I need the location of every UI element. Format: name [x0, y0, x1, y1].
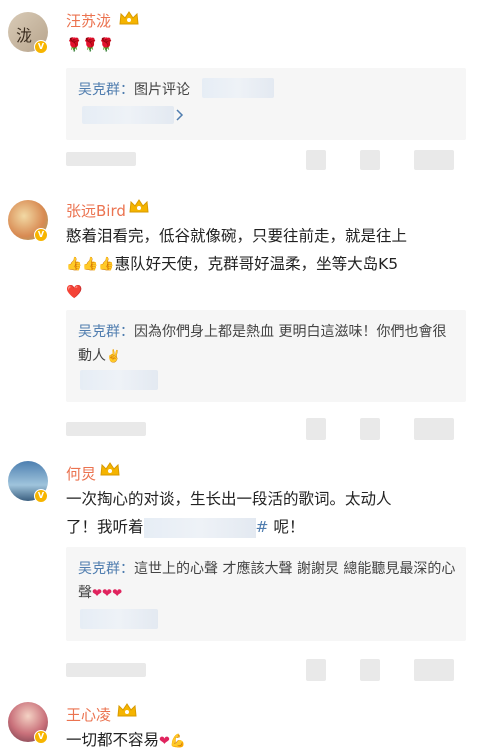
blurred-toolbar — [414, 659, 454, 681]
comment-line-1: 一次掏心的对谈，生长出一段活的歌词。太动人 — [66, 490, 392, 508]
comment-2: V 张远Bird 憨着泪看完，低谷就像碗，只要往前走，就是往上 👍👍👍惠队好天使… — [0, 190, 482, 450]
reply-author[interactable]: 吴克群： — [78, 82, 134, 98]
comment-line-1: 憨着泪看完，低谷就像碗，只要往前走，就是往上 — [66, 227, 408, 245]
comment-line-2: 了！我听着 # 呢！ — [66, 517, 305, 538]
avatar-text: 泷 — [16, 26, 33, 45]
reply-author[interactable]: 吴克群： — [78, 561, 134, 577]
comment-3: V 何炅 一次掏心的对谈，生长出一段活的歌词。太动人 了！我听着 # 呢！ 吴克群… — [0, 455, 482, 690]
heart-icon: ❤❤❤ — [92, 586, 123, 600]
heart-icon: ❤ — [159, 734, 170, 749]
username[interactable]: 王心凌 — [66, 704, 111, 725]
chevron-right-icon — [176, 109, 184, 121]
verified-badge-icon: V — [34, 40, 48, 54]
crown-icon — [129, 199, 149, 213]
username[interactable]: 汪苏泷 — [66, 10, 111, 31]
reply-content: 因為你們身上都是熱血 更明白這滋味！你們也會很動人 — [78, 324, 447, 364]
blurred-toolbar — [360, 150, 380, 170]
blurred-link — [80, 609, 158, 629]
verified-badge-icon: V — [34, 228, 48, 242]
username[interactable]: 何炅 — [66, 463, 96, 484]
blurred-toolbar — [360, 418, 380, 440]
blurred-toolbar — [360, 659, 380, 681]
blurred-toolbar — [66, 422, 146, 436]
blurred-link — [202, 78, 274, 98]
blurred-toolbar — [306, 659, 326, 681]
blurred-toolbar — [414, 150, 454, 170]
reply-box[interactable]: 吴克群：這世上的心聲 才應該大聲 謝謝炅 總能聽見最深的心聲❤❤❤ — [66, 547, 466, 641]
hashtag-end[interactable]: # — [256, 518, 269, 536]
blurred-link — [82, 106, 174, 124]
crown-icon — [119, 11, 139, 25]
flexed-biceps-icon: 💪 — [169, 734, 187, 749]
blurred-toolbar — [306, 418, 326, 440]
blurred-toolbar — [66, 152, 136, 166]
blurred-toolbar — [414, 418, 454, 440]
reply-author[interactable]: 吴克群： — [78, 324, 134, 340]
verified-badge-icon: V — [34, 730, 48, 744]
heart-icon: ❤️ — [66, 284, 83, 300]
thumbs-up-icon: 👍👍👍 — [66, 256, 115, 272]
reply-content: 這世上的心聲 才應該大聲 謝謝炅 總能聽見最深的心聲 — [78, 561, 456, 601]
comment-1: 泷 V 汪苏泷 🌹🌹🌹 吴克群：图片评论 — [0, 0, 482, 180]
victory-hand-icon: ✌️ — [106, 349, 121, 363]
reply-text: 吴克群：因為你們身上都是熱血 更明白這滋味！你們也會很動人✌️ — [78, 320, 456, 368]
reply-box[interactable]: 吴克群：因為你們身上都是熱血 更明白這滋味！你們也會很動人✌️ — [66, 310, 466, 402]
username[interactable]: 张远Bird — [66, 200, 126, 221]
reply-box[interactable]: 吴克群：图片评论 — [66, 68, 466, 140]
reply-content: 图片评论 — [134, 82, 190, 98]
comment-text: 一切都不容易❤💪 — [66, 731, 187, 749]
reply-text: 吴克群：這世上的心聲 才應該大聲 謝謝炅 總能聽見最深的心聲❤❤❤ — [78, 557, 456, 605]
blurred-toolbar — [306, 150, 326, 170]
blurred-link — [80, 370, 158, 390]
verified-badge-icon: V — [34, 489, 48, 503]
comment-text: 🌹🌹🌹 — [66, 38, 115, 53]
comment-text: 一次掏心的对谈，生长出一段活的歌词。太动人 了！我听着 # 呢！ — [66, 485, 474, 541]
crown-icon — [117, 703, 137, 717]
crown-icon — [100, 462, 120, 476]
comment-line-2: 👍👍👍惠队好天使，克群哥好温柔，坐等大岛K5 — [66, 250, 474, 279]
blurred-toolbar — [66, 663, 146, 677]
hashtag-link[interactable] — [143, 517, 256, 538]
comment-4: V 王心凌 一切都不容易❤💪 — [0, 696, 482, 751]
comment-text: 憨着泪看完，低谷就像碗，只要往前走，就是往上 👍👍👍惠队好天使，克群哥好温柔，坐… — [66, 222, 474, 307]
